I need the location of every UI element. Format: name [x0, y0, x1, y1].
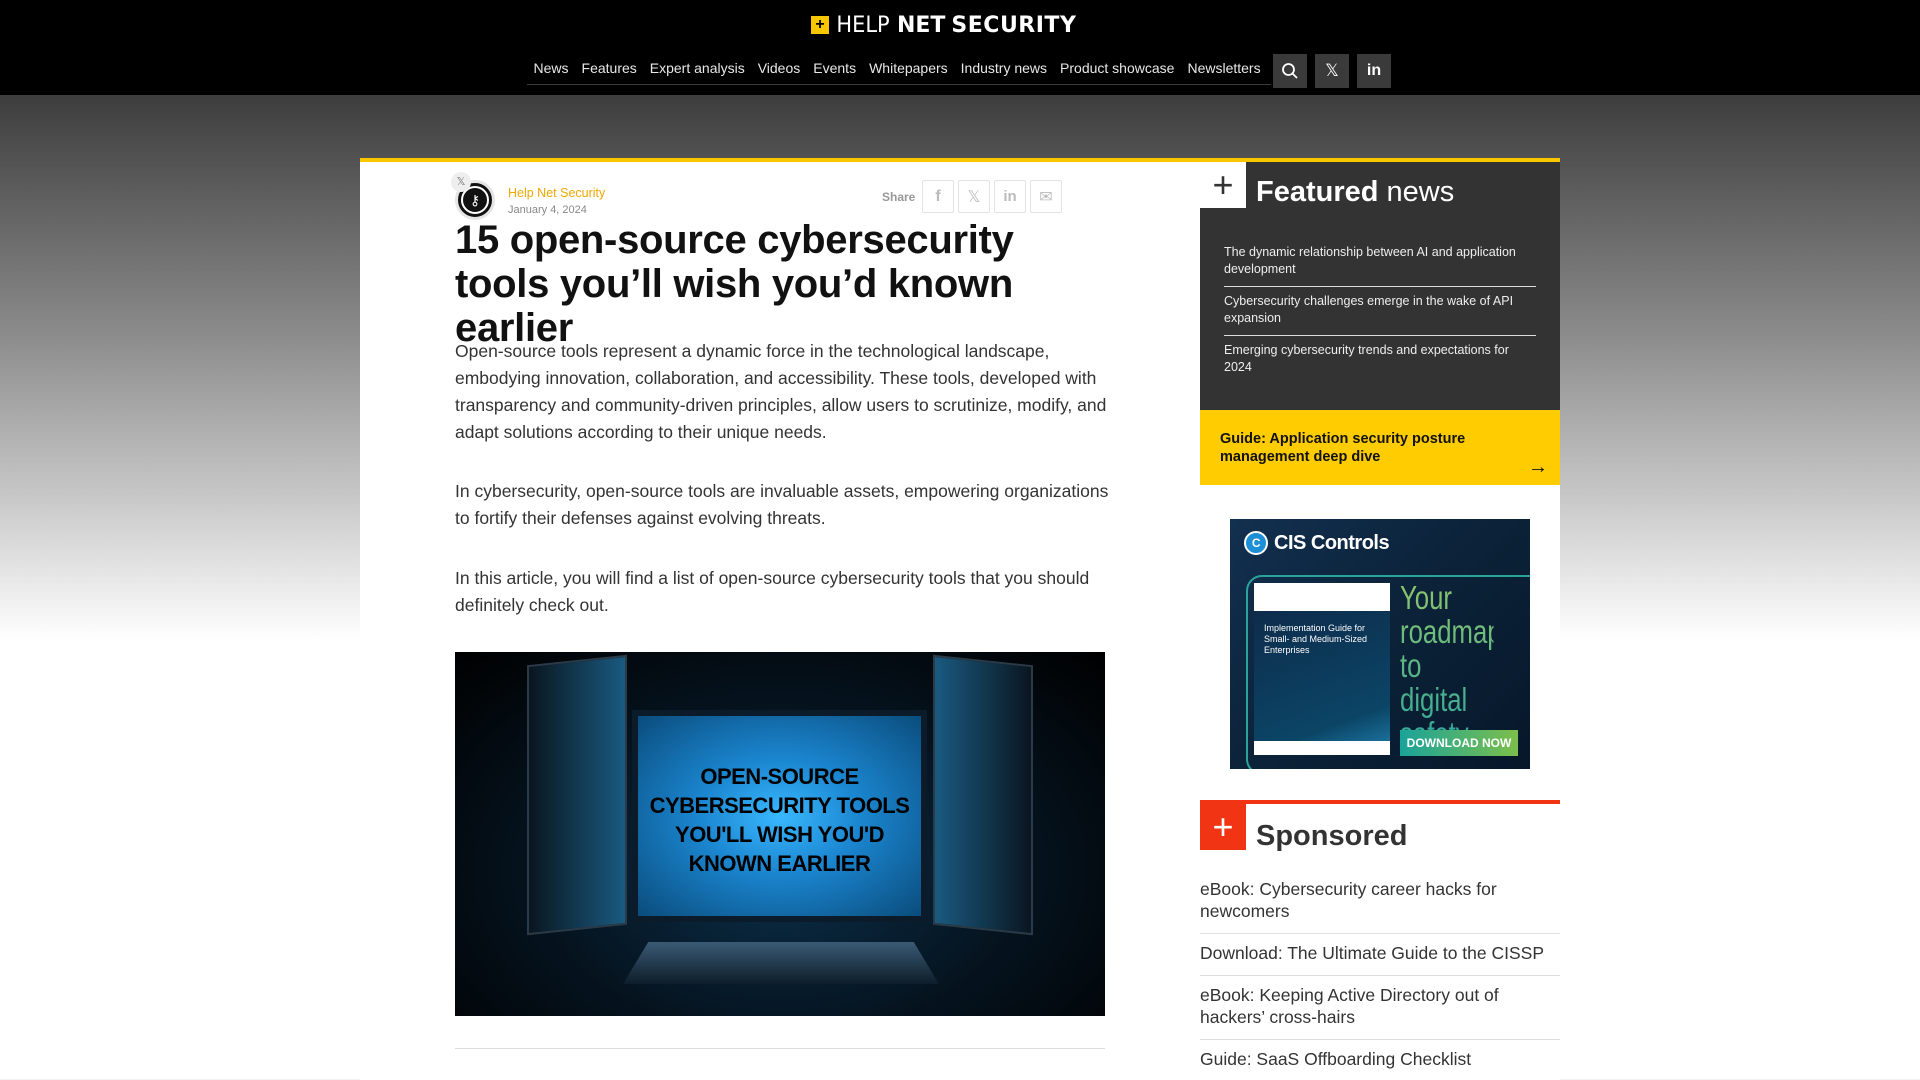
arrow-right-icon: → [1528, 456, 1548, 478]
hero-caption-line: CYBERSECURITY TOOLS [649, 793, 910, 818]
article-paragraph: In cybersecurity, open-source tools are … [455, 481, 1109, 528]
sponsored-item[interactable]: eBook: Cybersecurity career hacks for ne… [1200, 870, 1560, 934]
main-nav: News Features Expert analysis Videos Eve… [527, 57, 1272, 85]
publish-date: January 4, 2024 [508, 204, 587, 216]
logo-help-text: HELP [836, 12, 890, 38]
main-container: 𝕏 ⚷ Help Net Security January 4, 2024 Sh… [360, 158, 1560, 1080]
article-paragraph: Open-source tools represent a dynamic fo… [455, 341, 1107, 442]
featured-news-panel: + Featured news The dynamic relationship… [1200, 162, 1560, 410]
linkedin-button[interactable]: in [1357, 54, 1391, 88]
x-button[interactable]: 𝕏 [1315, 54, 1349, 88]
ad-book-title: Implementation Guide for Small- and Medi… [1264, 623, 1368, 655]
sponsored-item[interactable]: eBook: Keeping Active Directory out of h… [1200, 976, 1560, 1040]
share-label: Share [882, 190, 916, 204]
linkedin-icon: in [1366, 62, 1382, 79]
close-x-badge[interactable]: 𝕏 [451, 172, 471, 192]
hero-caption-line: KNOWN EARLIER [688, 851, 871, 876]
plus-icon: + [1200, 804, 1246, 850]
hero-laptop-base [623, 942, 939, 984]
ad-brand-name: CIS Controls [1274, 531, 1390, 554]
share-email-button[interactable]: ✉ [1030, 180, 1062, 213]
sponsored-item[interactable]: Guide: SaaS Offboarding Checklist [1200, 1040, 1560, 1080]
sponsored-list: eBook: Cybersecurity career hacks for ne… [1200, 870, 1560, 1080]
plus-icon: + [1200, 162, 1246, 208]
nav-events[interactable]: Events [807, 57, 863, 84]
linkedin-icon: in [1003, 188, 1017, 205]
sponsored-accent-bar [1200, 800, 1560, 804]
nav-newsletters[interactable]: Newsletters [1181, 57, 1267, 84]
hero-left-panel [527, 654, 627, 936]
article-paragraph: In this article, you will find a list of… [455, 568, 1090, 615]
x-icon: 𝕏 [1325, 61, 1339, 80]
ad-book-cover: Implementation Guide for Small- and Medi… [1254, 583, 1390, 755]
featured-news-item[interactable]: Cybersecurity challenges emerge in the w… [1224, 287, 1536, 336]
featured-news-item[interactable]: The dynamic relationship between AI and … [1224, 238, 1536, 287]
hero-caption-line: YOU'LL WISH YOU'D [675, 822, 884, 847]
article-meta: 𝕏 ⚷ Help Net Security January 4, 2024 Sh… [451, 166, 1105, 220]
cis-logo-icon: C [1244, 531, 1268, 555]
nav-whitepapers[interactable]: Whitepapers [863, 57, 955, 84]
featured-news-heading: Featured news [1256, 176, 1454, 209]
cis-controls-ad[interactable]: C CIS Controls Implementation Guide for … [1230, 519, 1530, 769]
featured-news-item[interactable]: Emerging cybersecurity trends and expect… [1224, 336, 1536, 384]
featured-news-list: The dynamic relationship between AI and … [1224, 238, 1536, 384]
share-linkedin-button[interactable]: in [994, 180, 1026, 213]
sponsored-heading: Sponsored [1256, 820, 1408, 852]
logo-plus-icon: + [811, 16, 829, 34]
ad-download-button[interactable]: DOWNLOAD NOW [1400, 730, 1518, 756]
nav-news[interactable]: News [527, 57, 575, 84]
search-button[interactable] [1273, 54, 1307, 88]
ad-tagline: Your roadmap to digital safety. [1400, 581, 1502, 751]
hero-caption-line: OPEN-SOURCE [700, 764, 859, 789]
nav-features[interactable]: Features [575, 57, 643, 84]
email-icon: ✉ [1039, 188, 1053, 206]
facebook-icon: f [935, 187, 941, 205]
featured-heading-bold: Featured [1256, 176, 1379, 208]
hero-caption: OPEN-SOURCE CYBERSECURITY TOOLS YOU'LL W… [632, 762, 927, 878]
article-hero-image: OPEN-SOURCE CYBERSECURITY TOOLS YOU'LL W… [455, 652, 1105, 1016]
article-title: 15 open-source cybersecurity tools you’l… [455, 218, 1014, 350]
logo-net-text: NET [896, 12, 946, 38]
nav-industry-news[interactable]: Industry news [954, 57, 1053, 84]
featured-heading-rest: news [1378, 176, 1455, 208]
guide-promo-link[interactable]: Guide: Application security posture mana… [1200, 410, 1560, 485]
sponsored-item[interactable]: Download: The Ultimate Guide to the CISS… [1200, 934, 1560, 976]
divider [455, 1048, 1105, 1049]
site-header: + HELP NET SECURITY News Features Expert… [0, 0, 1920, 95]
nav-product-showcase[interactable]: Product showcase [1054, 57, 1181, 84]
guide-promo-text: Guide: Application security posture mana… [1220, 431, 1466, 465]
share-facebook-button[interactable]: f [922, 180, 954, 213]
author-link[interactable]: Help Net Security [508, 186, 605, 200]
site-logo[interactable]: + HELP NET SECURITY [811, 12, 1077, 38]
ad-brand-logo: C CIS Controls [1244, 531, 1390, 555]
logo-security-text: SECURITY [951, 12, 1077, 38]
search-icon [1282, 63, 1298, 79]
x-icon: 𝕏 [967, 188, 981, 206]
hero-right-panel [933, 654, 1033, 936]
nav-expert-analysis[interactable]: Expert analysis [643, 57, 751, 84]
share-x-button[interactable]: 𝕏 [958, 180, 990, 213]
nav-videos[interactable]: Videos [751, 57, 807, 84]
